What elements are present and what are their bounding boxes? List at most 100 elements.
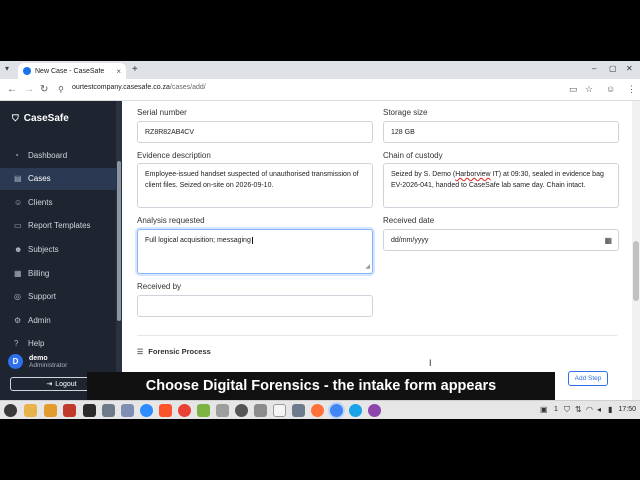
clock[interactable]: 17:50 xyxy=(618,406,636,413)
document-icon: ▭ xyxy=(14,221,22,231)
chromium-icon[interactable] xyxy=(178,404,191,417)
browser-icon[interactable] xyxy=(349,404,362,417)
chain-of-custody-text-before: Seized by S. Demo ( xyxy=(391,171,456,178)
storage-size-label: Storage size xyxy=(383,108,428,117)
analysis-requested-textarea[interactable]: Full logical acquisition; messaging ◢ xyxy=(137,229,373,274)
add-step-button[interactable]: Add Step xyxy=(568,371,608,386)
calendar-icon[interactable]: ▦ xyxy=(604,235,612,246)
app-launcher-icon[interactable] xyxy=(368,404,381,417)
received-date-label: Received date xyxy=(383,216,435,225)
page-scrollbar-thumb[interactable] xyxy=(633,241,639,301)
start-menu-icon[interactable] xyxy=(4,404,17,417)
sidebar-item-dashboard[interactable]: ◔ Dashboard xyxy=(0,144,116,166)
section-divider xyxy=(137,335,617,336)
sidebar-item-cases[interactable]: ▤ Cases xyxy=(0,167,116,190)
sidebar-item-label: Support xyxy=(28,292,57,302)
new-tab-button[interactable]: + xyxy=(132,64,138,75)
sidebar-item-support[interactable]: ◎ Support xyxy=(0,286,116,308)
resize-grip-icon[interactable]: ◢ xyxy=(365,262,370,273)
storage-size-input[interactable]: 128 GB xyxy=(383,121,619,143)
folder-icon: ▤ xyxy=(14,174,22,184)
sidebar-item-label: Report Templates xyxy=(28,221,91,231)
logout-label: Logout xyxy=(55,380,77,388)
tray-volume-icon[interactable]: ◂ xyxy=(597,405,601,414)
received-date-placeholder: dd/mm/yyyy xyxy=(391,237,429,244)
serial-number-label: Serial number xyxy=(137,108,187,117)
zoom-icon[interactable] xyxy=(140,404,153,417)
chrome-icon[interactable] xyxy=(330,404,343,417)
back-arrow-icon[interactable]: ← xyxy=(7,84,17,95)
url-field[interactable]: ourtestcompany.casesafe.co.za/cases/add/ xyxy=(72,84,206,91)
shield-icon: ⛉ xyxy=(12,113,19,123)
browser-tab[interactable]: New Case - CaseSafe × xyxy=(18,63,126,79)
profile-icon[interactable]: ☺ xyxy=(606,84,615,94)
sidebar-item-billing[interactable]: ▦ Billing xyxy=(0,262,116,284)
sidebar-item-subjects[interactable]: ☻ Subjects xyxy=(0,238,116,260)
analysis-requested-value: Full logical acquisition; messaging xyxy=(145,237,251,244)
firewall-icon[interactable] xyxy=(63,404,76,417)
sidebar-item-admin[interactable]: ⚙ Admin xyxy=(0,309,116,331)
sidebar-item-label: Cases xyxy=(28,174,51,184)
tray-shield-icon[interactable]: ⛉ xyxy=(564,405,570,415)
obs-icon[interactable] xyxy=(235,404,248,417)
sidebar-item-label: Billing xyxy=(28,268,50,278)
settings-app-icon[interactable] xyxy=(216,404,229,417)
monitor-icon[interactable] xyxy=(292,404,305,417)
window-icon[interactable] xyxy=(102,404,115,417)
gear-icon: ⚙ xyxy=(14,315,22,325)
maximize-icon[interactable]: ▢ xyxy=(609,64,617,73)
lifebuoy-icon: ◎ xyxy=(14,292,21,302)
text-caret xyxy=(251,237,253,244)
forward-arrow-icon[interactable]: → xyxy=(24,84,34,95)
browser-tab-bar: ▾ New Case - CaseSafe × + – ▢ ✕ xyxy=(0,61,640,79)
text-editor-icon[interactable] xyxy=(254,404,267,417)
sidebar-item-help[interactable]: ? Help xyxy=(0,333,116,355)
tab-close-icon[interactable]: × xyxy=(116,67,121,76)
screenshot-icon[interactable] xyxy=(121,404,134,417)
sidebar-item-report-templates[interactable]: ▭ Report Templates xyxy=(0,215,116,237)
install-app-icon[interactable]: ▭ xyxy=(569,84,578,95)
reload-icon[interactable]: ↻ xyxy=(40,84,48,95)
received-date-input[interactable]: dd/mm/yyyy ▦ xyxy=(383,229,619,251)
taskbar: ▣ 1 ⛉ ⇅ ◠ ◂ ▮ 17:50 xyxy=(0,400,640,419)
workspace-number[interactable]: 1 xyxy=(554,406,558,413)
users-icon: ☺ xyxy=(14,197,23,207)
tab-list-icon[interactable]: ▾ xyxy=(5,64,9,73)
storage-size-value: 128 GB xyxy=(391,129,415,136)
file-manager-icon[interactable] xyxy=(24,404,37,417)
bookmark-star-icon[interactable]: ☆ xyxy=(585,84,593,95)
serial-number-input[interactable]: RZ8R82AB4CV xyxy=(137,121,373,143)
browser-menu-icon[interactable]: ⋮ xyxy=(627,84,636,95)
evidence-description-textarea[interactable]: Employee-issued handset suspected of una… xyxy=(137,163,373,208)
sidebar-item-label: Help xyxy=(28,339,45,349)
tray-wifi-icon[interactable]: ◠ xyxy=(586,405,593,414)
tray-battery-icon[interactable]: ▮ xyxy=(608,405,612,414)
tab-title: New Case - CaseSafe xyxy=(35,67,105,75)
list-icon: ☰ xyxy=(137,348,144,356)
chain-of-custody-textarea[interactable]: Seized by S. Demo (Harborview IT) at 09:… xyxy=(383,163,619,208)
document-app-icon[interactable] xyxy=(273,404,286,417)
folder-icon[interactable] xyxy=(44,404,57,417)
avatar: D xyxy=(8,354,23,369)
brave-icon[interactable] xyxy=(159,404,172,417)
tray-app-icon[interactable]: ▣ xyxy=(540,405,548,414)
firefox-icon[interactable] xyxy=(311,404,324,417)
tray-network-icon[interactable]: ⇅ xyxy=(575,405,582,414)
sidebar-item-label: Clients xyxy=(28,197,53,207)
text-cursor-icon: I xyxy=(429,358,432,368)
terminal-icon[interactable] xyxy=(83,404,96,417)
received-by-input[interactable] xyxy=(137,295,373,317)
sidebar-scrollbar-thumb[interactable] xyxy=(117,161,121,321)
sidebar-item-label: Subjects xyxy=(28,244,59,254)
brand[interactable]: ⛉ CaseSafe xyxy=(12,113,69,124)
chain-of-custody-label: Chain of custody xyxy=(383,151,443,160)
add-step-label: Add Step xyxy=(574,375,602,382)
site-info-icon[interactable]: ⚲ xyxy=(58,85,64,94)
package-icon[interactable] xyxy=(197,404,210,417)
sidebar-item-clients[interactable]: ☺ Clients xyxy=(0,191,116,213)
minimize-icon[interactable]: – xyxy=(592,64,596,73)
close-window-icon[interactable]: ✕ xyxy=(626,64,633,73)
spelling-flagged-word[interactable]: Harborview xyxy=(455,171,490,178)
user-info: D demo Administrator xyxy=(8,354,67,369)
sidebar-item-label: Dashboard xyxy=(28,150,68,160)
